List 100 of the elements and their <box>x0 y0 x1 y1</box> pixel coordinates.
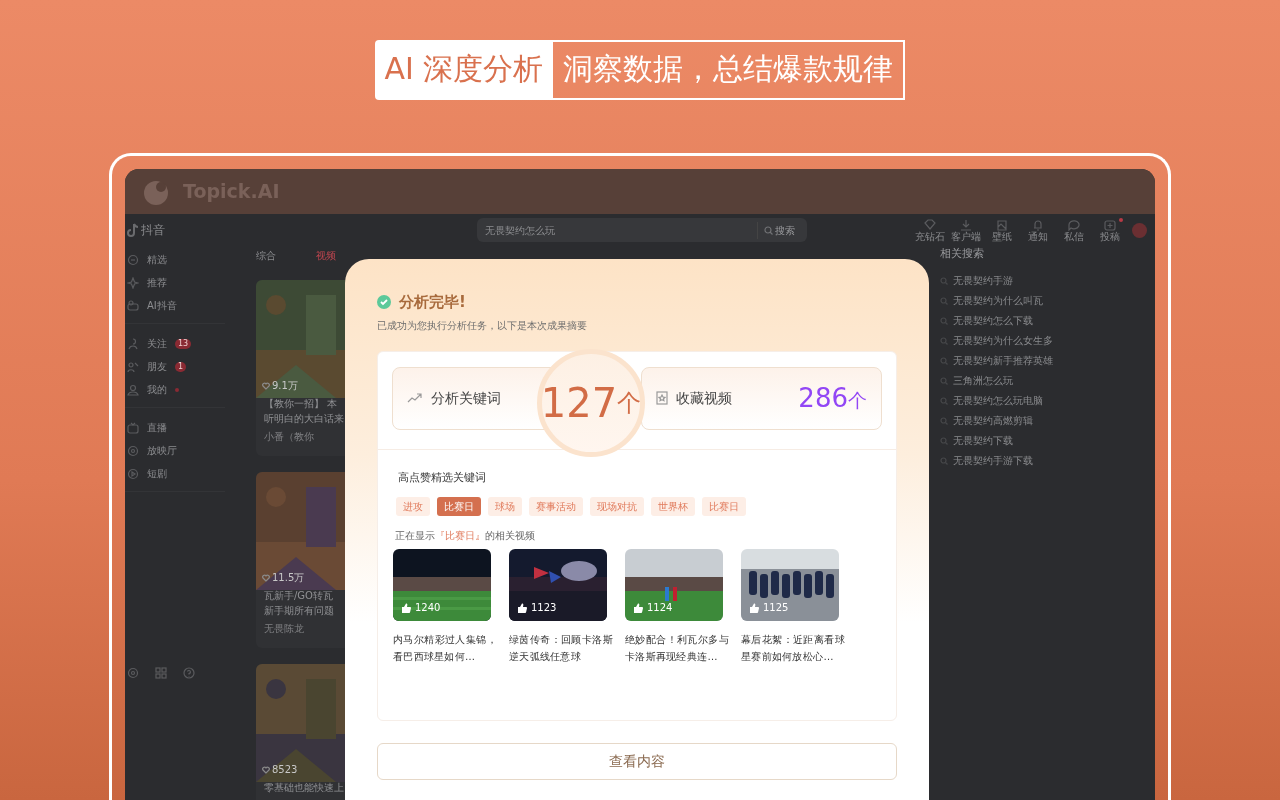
toolbar-item[interactable]: 投稿 <box>1094 218 1126 242</box>
stat-label: 分析关键词 <box>431 388 501 408</box>
heart-icon <box>262 573 270 582</box>
sidebar-label: 精选 <box>147 253 167 267</box>
bookmark-star-icon <box>656 391 668 405</box>
heart-icon <box>262 381 270 390</box>
count-badge: 13 <box>175 338 192 349</box>
related-search-item[interactable]: 无畏契约手游 <box>940 270 1155 291</box>
video-title: 绿茵传奇：回顾卡洛斯逆天弧线任意球 <box>509 633 613 664</box>
video-title-line: 新手期所有问题 <box>263 604 335 618</box>
sidebar-item[interactable]: 精选 <box>125 248 225 271</box>
sidebar-item[interactable]: 关注 13 <box>125 332 225 355</box>
keyword-tag[interactable]: 比赛日 <box>437 497 481 516</box>
search-field[interactable]: 无畏契约怎么玩 搜索 <box>477 218 807 242</box>
sidebar-label: 推荐 <box>147 276 167 290</box>
toolbar-label: 充钻石 <box>915 230 945 242</box>
keyword-tag[interactable]: 比赛日 <box>702 497 746 516</box>
keyword-tag[interactable]: 现场对抗 <box>590 497 644 516</box>
tab[interactable]: 视频 <box>316 247 336 263</box>
check-icon <box>377 295 391 310</box>
keyword-tag[interactable]: 世界杯 <box>651 497 695 516</box>
keyword-tag[interactable]: 赛事活动 <box>529 497 583 516</box>
play-icon <box>127 467 139 480</box>
download-icon <box>959 218 973 231</box>
video-title-line: 瓦新手/GO转瓦 <box>263 589 334 603</box>
toolbar-item[interactable]: 通知 <box>1022 218 1054 242</box>
related-search-text: 无畏契约新手推荐英雄 <box>953 354 1053 368</box>
search-icon <box>940 376 948 385</box>
search-icon <box>940 336 948 345</box>
like-count: 1125 <box>749 600 789 615</box>
related-search-text: 无畏契约下载 <box>953 434 1013 448</box>
picture-frame-icon <box>995 218 1009 231</box>
sidebar-label: 朋友 <box>147 360 167 374</box>
toolbar-label: 私信 <box>1064 230 1084 242</box>
search-icon <box>940 356 948 365</box>
related-search-item[interactable]: 无畏契约为什么女生多 <box>940 330 1155 351</box>
view-content-button[interactable]: 查看内容 <box>377 742 897 780</box>
related-search-text: 三角洲怎么玩 <box>953 374 1013 388</box>
search-icon <box>940 296 948 305</box>
stat-label: 收藏视频 <box>676 388 732 408</box>
trend-icon <box>407 392 423 404</box>
toolbar-item[interactable]: 客户端 <box>950 218 982 242</box>
dialog-subtitle: 已成功为您执行分析任务，以下是本次成果摘要 <box>377 318 588 333</box>
showing-caption: 正在显示『比赛日』的相关视频 <box>394 529 536 543</box>
related-search-item[interactable]: 无畏契约新手推荐英雄 <box>940 350 1155 371</box>
sidebar-item[interactable]: 朋友 1 <box>125 355 225 378</box>
thumbs-up-icon <box>401 602 411 613</box>
keyword-tag[interactable]: 进攻 <box>396 497 430 516</box>
related-search-item[interactable]: 无畏契约下载 <box>940 430 1155 451</box>
related-search-item[interactable]: 无畏契约怎么下载 <box>940 310 1155 331</box>
video-title-line: 听明白的大白话来 <box>263 412 345 426</box>
toolbar-label: 投稿 <box>1100 230 1120 242</box>
tab[interactable]: 综合 <box>256 247 276 263</box>
plus-square-icon <box>1103 218 1117 231</box>
search-icon <box>764 225 773 235</box>
toolbar-label: 通知 <box>1028 230 1048 242</box>
sidebar-item[interactable]: 我的 <box>125 378 225 401</box>
toolbar-item[interactable]: 壁纸 <box>986 218 1018 242</box>
sidebar-label: 直播 <box>147 421 167 435</box>
grid-icon <box>155 667 167 679</box>
sidebar-item[interactable]: 直播 <box>125 416 225 439</box>
friends-icon <box>127 360 139 373</box>
keyword-tag[interactable]: 球场 <box>488 497 522 516</box>
search-icon <box>940 396 948 405</box>
like-count: 9.1万 <box>262 378 298 393</box>
related-search-item[interactable]: 三角洲怎么玩 <box>940 370 1155 391</box>
related-search-text: 无畏契约怎么玩电脑 <box>953 394 1043 408</box>
search-icon <box>940 276 948 285</box>
search-button[interactable]: 搜索 <box>757 221 801 239</box>
heart-icon <box>262 765 270 774</box>
sidebar-item[interactable]: AI抖音 <box>125 294 225 317</box>
related-search-text: 无畏契约怎么下载 <box>953 314 1033 328</box>
related-search-text: 无畏契约手游 <box>953 274 1013 288</box>
toolbar-item[interactable]: 私信 <box>1058 218 1090 242</box>
search-icon <box>940 416 948 425</box>
compass-icon <box>127 253 139 266</box>
search-placeholder: 无畏契约怎么玩 <box>485 223 555 238</box>
thumbs-up-icon <box>517 602 527 613</box>
sidebar-item[interactable]: 推荐 <box>125 271 225 294</box>
sidebar-item[interactable]: 短剧 <box>125 462 225 485</box>
author-name: 小番（教你 <box>263 430 315 444</box>
section-title: 高点赞精选关键词 <box>397 469 487 486</box>
related-search-item[interactable]: 无畏契约高燃剪辑 <box>940 410 1155 431</box>
toolbar-item[interactable]: 充钻石 <box>914 218 946 242</box>
dialog-title: 分析完毕! <box>399 292 466 313</box>
related-search-item[interactable]: 无畏契约为什么叫瓦 <box>940 290 1155 311</box>
section-title: 相关搜索 <box>940 246 985 262</box>
help-icon <box>183 667 195 679</box>
note-icon <box>127 223 139 237</box>
related-search-item[interactable]: 无畏契约手游下载 <box>940 450 1155 471</box>
user-icon <box>127 383 139 396</box>
avatar[interactable] <box>1132 222 1147 238</box>
search-icon <box>940 436 948 445</box>
chat-icon <box>1067 218 1081 231</box>
related-search-item[interactable]: 无畏契约怎么玩电脑 <box>940 390 1155 411</box>
tv-icon <box>127 421 139 434</box>
video-title: 绝妙配合！利瓦尔多与卡洛斯再现经典连… <box>625 633 729 664</box>
sidebar-item[interactable]: 放映厅 <box>125 439 225 462</box>
settings-icon <box>127 667 139 679</box>
related-search-text: 无畏契约高燃剪辑 <box>953 414 1033 428</box>
